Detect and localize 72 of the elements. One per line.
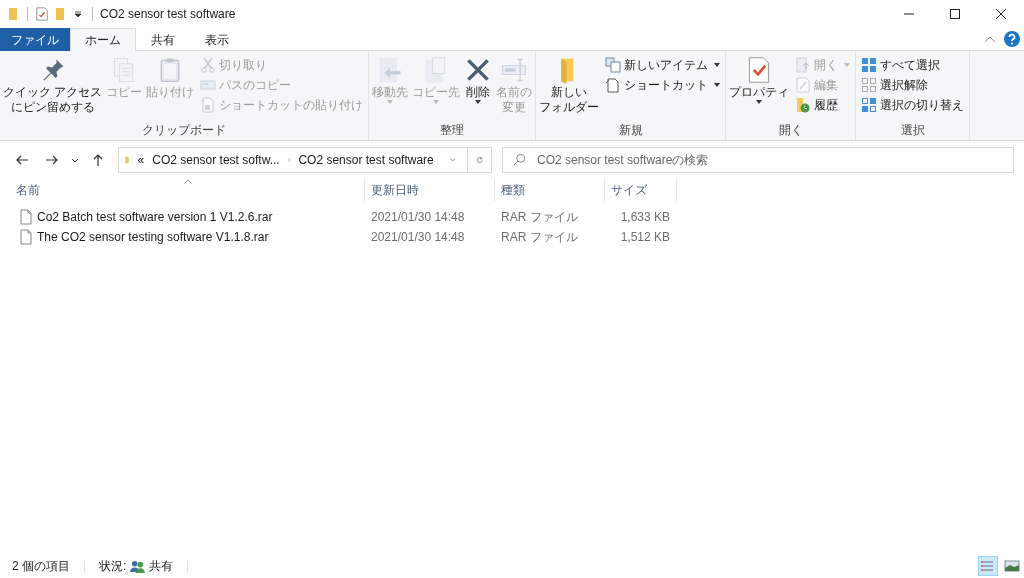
group-label: 開く — [777, 122, 804, 139]
breadcrumb[interactable]: CO2 sensor test software — [298, 153, 434, 167]
window-title: CO2 sensor test software — [100, 7, 236, 21]
edit-icon — [795, 77, 812, 93]
modified-date: 2021/01/30 14:48 — [370, 210, 466, 224]
file-size: 1,512 KB — [619, 230, 671, 244]
column-header[interactable]: 種類 — [495, 179, 605, 201]
select-all-icon — [861, 57, 878, 73]
select-none-icon — [861, 77, 878, 93]
ribbon-button[interactable]: 新しいアイテム — [602, 55, 724, 75]
help-icon[interactable] — [1004, 31, 1020, 47]
ribbon-tab[interactable]: 表示 — [190, 28, 244, 51]
breadcrumb[interactable]: CO2 sensor test softw... — [152, 153, 280, 167]
scissors-icon — [200, 57, 217, 73]
breadcrumb[interactable]: « — [137, 153, 145, 167]
file-name: Co2 Batch test software version 1 V1.2.6.rar — [37, 210, 273, 224]
details-view-button[interactable] — [978, 556, 998, 576]
properties-icon[interactable] — [35, 6, 49, 22]
ribbon-button[interactable]: 新しい フォルダー — [538, 53, 601, 122]
group-label: 整理 — [439, 122, 466, 139]
shortcut-icon — [605, 77, 622, 93]
item-count: 2 個の項目 — [12, 557, 70, 575]
collapse-ribbon-icon[interactable] — [984, 35, 996, 43]
rename-icon — [500, 56, 529, 84]
caret-icon — [433, 100, 440, 104]
modified-date: 2021/01/30 14:48 — [370, 230, 466, 244]
column-header[interactable]: 名前 — [0, 179, 365, 201]
caret-icon — [387, 100, 394, 104]
file-type: RAR ファイル — [500, 228, 579, 246]
open-icon — [795, 57, 812, 73]
file-icon — [20, 229, 32, 245]
people-icon — [130, 559, 146, 573]
dropdown-icon[interactable] — [74, 10, 82, 18]
ribbon-button[interactable]: 履歴 — [792, 95, 854, 115]
group-label: 新規 — [617, 122, 644, 139]
sharing-status: 共有 — [149, 557, 174, 575]
file-row[interactable]: Co2 Batch test software version 1 V1.2.6.rar 2021/01/30 14:48 RAR ファイル 1,633 KB — [0, 207, 677, 227]
group-label: 選択 — [899, 122, 926, 139]
path-icon — [200, 77, 217, 93]
file-row[interactable]: The CO2 sensor testing software V1.1.8.rar 2021/01/30 14:48 RAR ファイル 1,512 KB — [0, 227, 677, 247]
caret-icon — [714, 63, 721, 67]
ribbon-button[interactable]: 選択の切り替え — [858, 95, 968, 115]
file-type: RAR ファイル — [500, 208, 579, 226]
chevron-icon — [287, 155, 291, 165]
history-icon — [795, 97, 812, 113]
file-size: 1,633 KB — [619, 210, 671, 224]
search-icon — [512, 153, 526, 167]
invert-selection-icon — [861, 97, 878, 113]
ribbon-button[interactable]: プロパティ — [728, 53, 791, 122]
new-item-icon — [605, 57, 622, 73]
caret-icon — [714, 83, 721, 87]
ribbon-button[interactable]: ショートカット — [602, 75, 724, 95]
caret-icon — [475, 100, 482, 104]
file-icon — [20, 209, 32, 225]
ribbon-button[interactable]: すべて選択 — [858, 55, 968, 75]
ribbon-button[interactable]: クイック アクセス にピン留めする — [2, 53, 104, 122]
file-name: The CO2 sensor testing software V1.1.8.rar — [37, 230, 269, 244]
column-header[interactable]: サイズ — [605, 179, 677, 201]
ribbon-tab[interactable]: 共有 — [136, 28, 190, 51]
column-header[interactable]: 更新日時 — [365, 179, 495, 201]
address-bar[interactable]: « CO2 sensor test softw... CO2 sensor test software — [118, 147, 492, 173]
file-tab[interactable]: ファイル — [0, 28, 70, 51]
caret-icon — [756, 100, 763, 104]
caret-icon — [844, 63, 851, 67]
status-label: 状況: — [99, 557, 127, 575]
shortcut-icon — [200, 97, 217, 113]
search-field[interactable]: CO2 sensor test softwareの検索 — [502, 147, 1014, 173]
group-label: クリップボード — [141, 122, 228, 139]
folder-icon — [6, 6, 20, 22]
ribbon-button[interactable]: 選択解除 — [858, 75, 968, 95]
ribbon-button[interactable]: 削除 — [463, 53, 494, 122]
ribbon-tab[interactable]: ホーム — [70, 28, 136, 51]
